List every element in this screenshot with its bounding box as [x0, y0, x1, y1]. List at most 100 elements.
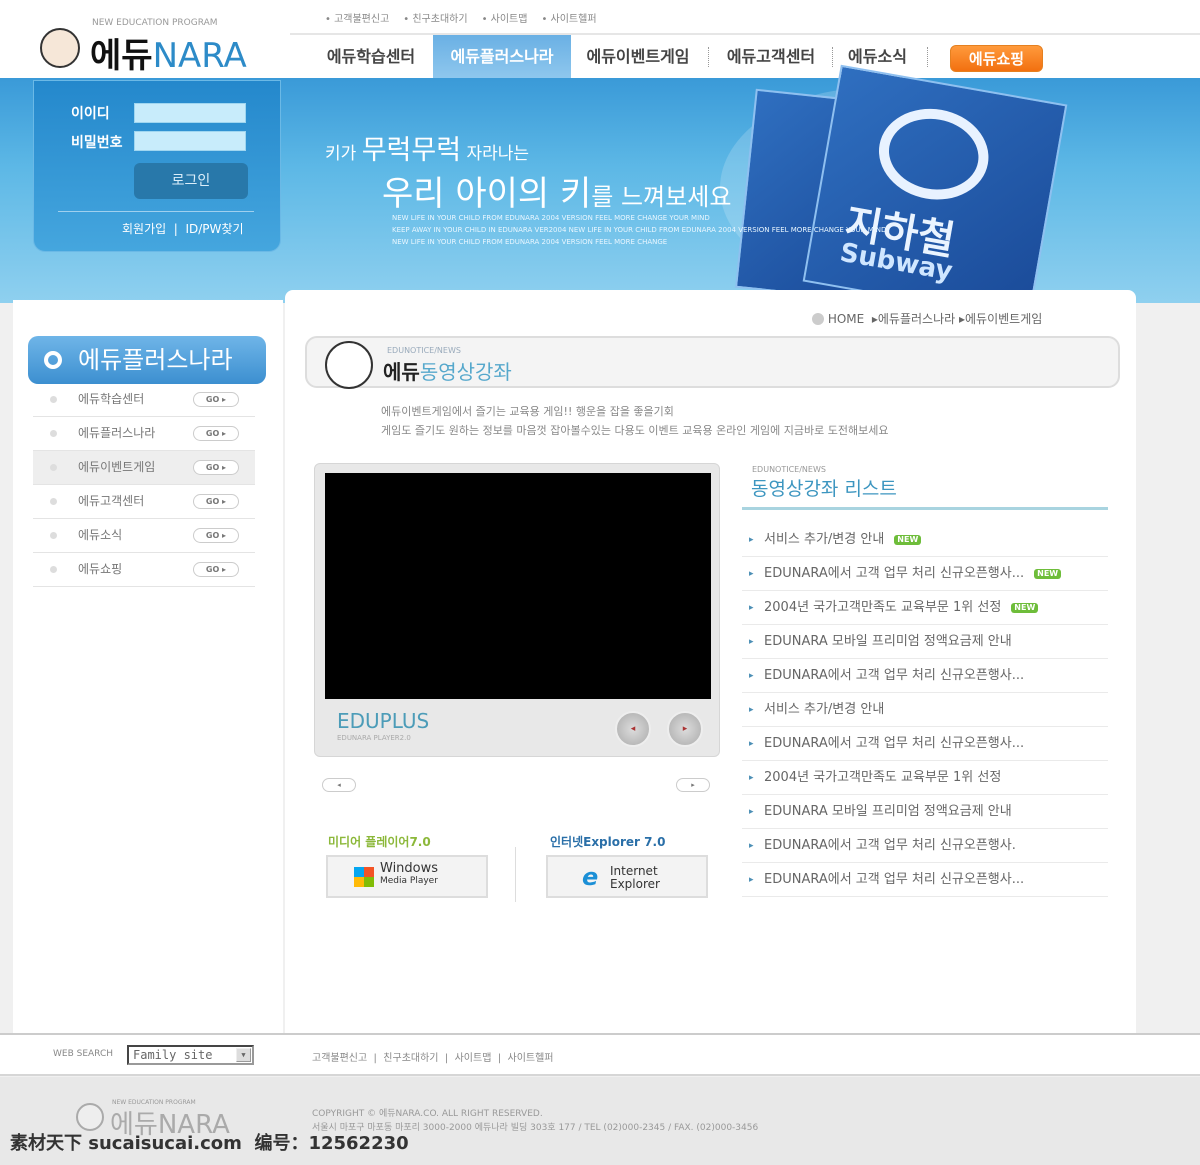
home-icon [812, 313, 824, 325]
chevron-down-icon[interactable]: ▼ [236, 1048, 251, 1062]
list-item-title[interactable]: EDUNARA에서 고객 업무 처리 신규오픈행사... [764, 566, 1024, 581]
list-item-title[interactable]: EDUNARA에서 고객 업무 처리 신규오픈행사. [764, 838, 1016, 853]
ie-text: Internet Explorer [610, 864, 660, 891]
list-item-title[interactable]: 2004년 국가고객만족도 교육부문 1위 선정 [764, 770, 1001, 785]
sidebar-item-label: 에듀고객센터 [78, 494, 145, 508]
internet-explorer-download[interactable]: e Internet Explorer [546, 855, 708, 898]
list-item-title[interactable]: 서비스 추가/변경 안내 [764, 532, 884, 547]
id-label: 이이디 [71, 106, 110, 122]
web-search-label: WEB SEARCH [53, 1049, 114, 1059]
list-item[interactable]: 2004년 국가고객만족도 교육부문 1위 선정 [742, 761, 1108, 795]
sidebar-item[interactable]: 에듀쇼핑 GO ▸ [33, 553, 255, 587]
page-title: 에듀동영상강좌 [383, 360, 512, 384]
list-item[interactable]: 서비스 추가/변경 안내 NEW [742, 523, 1108, 557]
list-title: 동영상강좌 리스트 [751, 478, 897, 500]
divider [708, 47, 709, 67]
logo[interactable]: NEW EDUCATION PROGRAM 에듀NARA [38, 18, 278, 76]
list-item[interactable]: 서비스 추가/변경 안내 [742, 693, 1108, 727]
new-badge: NEW [1034, 568, 1062, 579]
new-badge: NEW [1011, 602, 1039, 613]
top-link[interactable]: 사이트맵 [482, 10, 528, 25]
list-item-title[interactable]: EDUNARA에서 고객 업무 처리 신규오픈행사... [764, 872, 1024, 887]
tab-learning-center[interactable]: 에듀학습센터 [310, 35, 432, 80]
footer-link[interactable]: 고객불편신고 [312, 1053, 367, 1064]
shop-button[interactable]: 에듀쇼핑 [950, 45, 1043, 72]
login-button[interactable]: 로그인 [134, 163, 248, 199]
bullet-icon [50, 396, 57, 403]
join-link[interactable]: 회원가입 [122, 222, 166, 236]
watermark: 素材天下 sucaisucai.com 编号：12562230 [10, 1133, 409, 1154]
breadcrumb-home[interactable]: HOME [828, 312, 864, 326]
prev-button[interactable]: ◂ [615, 711, 651, 747]
brand-name: 에듀NARA [90, 36, 247, 76]
main-content: HOME ▸에듀플러스나라 ▸에듀이벤트게임 EDUNOTICE/NEWS 에듀… [285, 290, 1136, 1033]
circle-icon [44, 351, 62, 369]
list-item[interactable]: 2004년 국가고객만족도 교육부문 1위 선정 NEW [742, 591, 1108, 625]
sidebar-title: 에듀플러스나라 [28, 336, 266, 384]
go-button[interactable]: GO ▸ [193, 562, 239, 577]
main-nav: 에듀학습센터 에듀플러스나라 에듀이벤트게임 에듀고객센터 에듀소식 에듀쇼핑 [290, 33, 1200, 80]
banner-english: NEW LIFE IN YOUR CHILD FROM EDUNARA 2004… [392, 214, 710, 222]
windows-media-player-download[interactable]: Windows Media Player [326, 855, 488, 898]
list-item[interactable]: EDUNARA에서 고객 업무 처리 신규오픈행사. [742, 829, 1108, 863]
go-button[interactable]: GO ▸ [193, 528, 239, 543]
footer-link[interactable]: 사이트헬퍼 [508, 1053, 554, 1064]
go-button[interactable]: GO ▸ [193, 460, 239, 475]
smiley-icon [325, 341, 373, 389]
sidebar-item-label: 에듀플러스나라 [78, 426, 156, 440]
sidebar-item-label: 에듀학습센터 [78, 392, 145, 406]
top-link[interactable]: 고객불편신고 [325, 10, 389, 25]
ie-logo-icon: e [582, 863, 599, 891]
banner-english: NEW LIFE IN YOUR CHILD FROM EDUNARA 2004… [392, 238, 668, 246]
list-item-title[interactable]: 서비스 추가/변경 안내 [764, 702, 884, 717]
list-item[interactable]: EDUNARA에서 고객 업무 처리 신규오픈행사... NEW [742, 557, 1108, 591]
list-item-title[interactable]: EDUNARA 모바일 프리미엄 정액요금제 안내 [764, 634, 1012, 649]
sidebar-item[interactable]: 에듀플러스나라 GO ▸ [33, 417, 255, 451]
sidebar-item[interactable]: 에듀고객센터 GO ▸ [33, 485, 255, 519]
sidebar-item[interactable]: 에듀소식 GO ▸ [33, 519, 255, 553]
list-item-title[interactable]: 2004년 국가고객만족도 교육부문 1위 선정 [764, 600, 1001, 615]
list-item[interactable]: EDUNARA 모바일 프리미엄 정액요금제 안내 [742, 795, 1108, 829]
list-item[interactable]: EDUNARA에서 고객 업무 처리 신규오픈행사... [742, 863, 1108, 897]
sidebar-item-label: 에듀이벤트게임 [78, 460, 156, 474]
list-item[interactable]: EDUNARA 모바일 프리미엄 정액요금제 안내 [742, 625, 1108, 659]
top-link[interactable]: 사이트헬퍼 [541, 10, 597, 25]
footer-link[interactable]: 친구초대하기 [383, 1053, 438, 1064]
scroll-right-button[interactable]: ▸ [676, 778, 710, 792]
top-link[interactable]: 친구초대하기 [403, 10, 467, 25]
ie-label: 인터넷Explorer 7.0 [550, 835, 666, 849]
banner-english: KEEP AWAY IN YOUR CHILD IN EDUNARA VER20… [392, 226, 887, 234]
media-player-label: 미디어 플레이어7.0 [328, 835, 431, 849]
tab-plus-nara[interactable]: 에듀플러스나라 [433, 35, 571, 80]
page-description: 에듀이벤트게임에서 즐기는 교육용 게임!! 행운을 잡을 좋을기회 게임도 즐기… [381, 405, 889, 437]
list-item-title[interactable]: EDUNARA에서 고객 업무 처리 신규오픈행사... [764, 736, 1024, 751]
page-subtitle: EDUNOTICE/NEWS [387, 346, 461, 355]
list-item-title[interactable]: EDUNARA 모바일 프리미엄 정액요금제 안내 [764, 804, 1012, 819]
tab-event-game[interactable]: 에듀이벤트게임 [571, 35, 705, 80]
sidebar-item[interactable]: 에듀이벤트게임 GO ▸ [33, 451, 255, 485]
bullet-icon [50, 464, 57, 471]
bullet-icon [50, 430, 57, 437]
go-button[interactable]: GO ▸ [193, 426, 239, 441]
password-label: 비밀번호 [71, 135, 123, 151]
go-button[interactable]: GO ▸ [193, 494, 239, 509]
footer-links: 고객불편신고 | 친구초대하기 | 사이트맵 | 사이트헬퍼 [312, 1053, 554, 1064]
sidebar-item[interactable]: 에듀학습센터 GO ▸ [33, 383, 255, 417]
list-item[interactable]: EDUNARA에서 고객 업무 처리 신규오픈행사... [742, 659, 1108, 693]
next-button[interactable]: ▸ [667, 711, 703, 747]
divider [927, 47, 928, 67]
scroll-left-button[interactable]: ◂ [322, 778, 356, 792]
tab-customer-center[interactable]: 에듀고객센터 [710, 35, 832, 80]
breadcrumb-item[interactable]: 에듀플러스나라 [878, 312, 955, 326]
go-button[interactable]: GO ▸ [193, 392, 239, 407]
video-screen[interactable] [325, 473, 711, 699]
family-site-select[interactable]: Family site ▼ [127, 1045, 254, 1065]
list-item[interactable]: EDUNARA에서 고객 업무 처리 신규오픈행사... [742, 727, 1108, 761]
list-header: EDUNOTICE/NEWS 동영상강좌 리스트 [742, 465, 1108, 510]
footer-link[interactable]: 사이트맵 [455, 1053, 492, 1064]
id-input[interactable] [134, 103, 246, 123]
list-item-title[interactable]: EDUNARA에서 고객 업무 처리 신규오픈행사... [764, 668, 1024, 683]
page-title-bar: EDUNOTICE/NEWS 에듀동영상강좌 [305, 336, 1120, 389]
password-input[interactable] [134, 131, 246, 151]
find-id-pw-link[interactable]: ID/PW찾기 [185, 222, 243, 236]
